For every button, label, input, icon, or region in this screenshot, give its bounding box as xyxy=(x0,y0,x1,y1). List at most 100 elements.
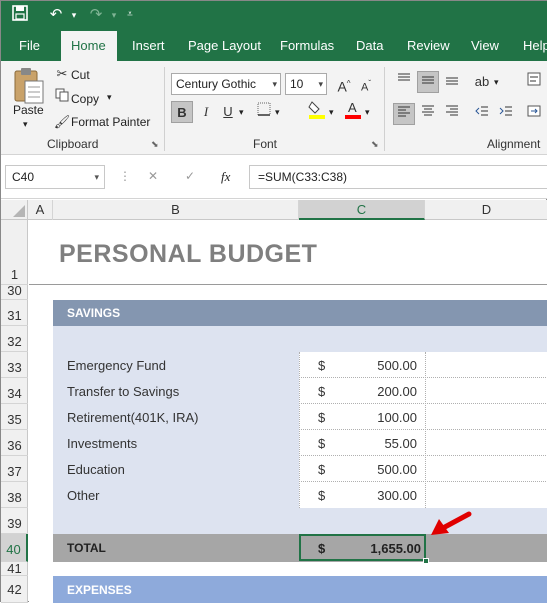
page-title[interactable]: PERSONAL BUDGET xyxy=(59,240,317,269)
font-color-dropdown-icon[interactable]: ▾ xyxy=(365,107,370,118)
tab-review[interactable]: Review xyxy=(397,31,460,61)
column-header-a[interactable]: A xyxy=(28,200,53,220)
item-label[interactable]: Education xyxy=(67,462,125,477)
fill-color-dropdown-icon[interactable]: ▾ xyxy=(329,107,334,118)
borders-dropdown-icon[interactable]: ▾ xyxy=(275,107,280,118)
total-label[interactable]: TOTAL xyxy=(67,541,106,555)
column-header-b[interactable]: B xyxy=(53,200,299,220)
row-header[interactable]: 36 xyxy=(1,430,28,456)
row-header[interactable]: 1 xyxy=(1,220,28,285)
merge-center-icon[interactable] xyxy=(523,103,545,125)
row-header[interactable]: 39 xyxy=(1,508,28,534)
tab-page-layout[interactable]: Page Layout xyxy=(178,31,271,61)
customize-icon[interactable]: ⩡ xyxy=(119,5,141,25)
tab-formulas[interactable]: Formulas xyxy=(270,31,344,61)
font-color-icon[interactable]: A xyxy=(342,99,364,121)
row-header[interactable]: 30 xyxy=(1,284,28,300)
paste-icon[interactable] xyxy=(11,67,47,107)
underline-dropdown-icon[interactable]: ▾ xyxy=(239,107,244,118)
column-header-c[interactable]: C xyxy=(299,200,425,220)
item-amount[interactable]: 100.00 xyxy=(353,410,417,425)
cancel-icon[interactable]: ✕ xyxy=(148,169,158,183)
font-name-value: Century Gothic xyxy=(176,77,257,91)
selected-cell-c40[interactable]: $ 1,655.00 xyxy=(299,534,426,561)
cut-icon[interactable]: ✂ xyxy=(51,63,73,85)
format-painter-icon[interactable]: 🖌 xyxy=(51,111,73,133)
row-header[interactable]: 38 xyxy=(1,482,28,508)
font-launcher-icon[interactable]: ⬊ xyxy=(371,139,379,150)
item-currency: $ xyxy=(318,358,326,373)
item-amount[interactable]: 300.00 xyxy=(353,488,417,503)
align-left-icon[interactable] xyxy=(393,103,415,125)
column-headers: A B C D xyxy=(1,200,547,220)
row-header[interactable]: 32 xyxy=(1,326,28,352)
expenses-header[interactable]: EXPENSES xyxy=(67,583,132,597)
row-header[interactable]: 33 xyxy=(1,352,28,378)
worksheet[interactable]: PERSONAL BUDGET SAVINGS Emergency Fund $… xyxy=(29,220,547,603)
shrink-font-button[interactable]: Aˇ xyxy=(355,73,377,95)
item-amount[interactable]: 200.00 xyxy=(353,384,417,399)
tab-data[interactable]: Data xyxy=(346,31,393,61)
tab-insert[interactable]: Insert xyxy=(122,31,175,61)
item-label[interactable]: Other xyxy=(67,488,100,503)
wrap-text-icon[interactable] xyxy=(523,71,545,93)
row-header[interactable]: 34 xyxy=(1,378,28,404)
tab-file[interactable]: File xyxy=(9,31,50,61)
format-painter-button[interactable]: Format Painter xyxy=(71,115,150,129)
copy-icon[interactable] xyxy=(51,87,73,109)
bold-button[interactable]: B xyxy=(171,101,193,123)
item-label[interactable]: Retirement(401K, IRA) xyxy=(67,410,199,425)
select-all-corner[interactable] xyxy=(1,200,28,220)
group-divider xyxy=(164,67,165,151)
item-label[interactable]: Emergency Fund xyxy=(67,358,166,373)
total-amount: 1,655.00 xyxy=(370,541,421,556)
row-header[interactable]: 31 xyxy=(1,300,28,326)
item-label[interactable]: Transfer to Savings xyxy=(67,384,179,399)
undo-dropdown-icon[interactable]: ▾ xyxy=(63,5,85,25)
name-box[interactable]: C40 ▾ xyxy=(5,165,105,189)
borders-icon[interactable] xyxy=(253,101,275,123)
item-amount[interactable]: 500.00 xyxy=(353,358,417,373)
align-bottom-icon[interactable] xyxy=(441,71,463,93)
save-icon[interactable] xyxy=(9,5,31,27)
align-middle-icon[interactable] xyxy=(417,71,439,93)
enter-icon[interactable]: ✓ xyxy=(185,169,195,183)
insert-function-icon[interactable]: fx xyxy=(221,169,230,185)
align-center-icon[interactable] xyxy=(417,103,439,125)
italic-button[interactable]: I xyxy=(195,101,217,123)
row-header[interactable]: 37 xyxy=(1,456,28,482)
formula-input[interactable]: =SUM(C33:C38) xyxy=(249,165,547,189)
paste-dropdown-icon[interactable]: ▾ xyxy=(23,119,28,130)
decrease-indent-icon[interactable] xyxy=(471,103,493,125)
tab-view[interactable]: View xyxy=(461,31,509,61)
column-header-d[interactable]: D xyxy=(425,200,547,220)
item-amount[interactable]: 55.00 xyxy=(353,436,417,451)
orientation-dropdown-icon[interactable]: ▾ xyxy=(494,77,499,88)
cut-button[interactable]: Cut xyxy=(71,68,90,82)
font-size-select[interactable]: 10 ▾ xyxy=(285,73,327,95)
clipboard-launcher-icon[interactable]: ⬊ xyxy=(151,139,159,150)
orientation-icon[interactable]: ab xyxy=(471,71,493,93)
table-row: Investments $ 55.00 xyxy=(53,430,547,456)
item-amount[interactable]: 500.00 xyxy=(353,462,417,477)
increase-indent-icon[interactable] xyxy=(495,103,517,125)
row-header[interactable]: 42 xyxy=(1,576,28,603)
align-top-icon[interactable] xyxy=(393,71,415,93)
copy-dropdown-icon[interactable]: ▾ xyxy=(107,92,112,103)
fill-handle[interactable] xyxy=(423,558,429,564)
paste-button[interactable]: Paste xyxy=(13,103,44,117)
savings-header-band: SAVINGS xyxy=(53,300,547,326)
underline-button[interactable]: U xyxy=(217,101,239,123)
savings-header[interactable]: SAVINGS xyxy=(67,306,120,320)
copy-button[interactable]: Copy xyxy=(71,92,99,106)
fill-color-icon[interactable] xyxy=(306,99,328,121)
item-label[interactable]: Investments xyxy=(67,436,137,451)
align-right-icon[interactable] xyxy=(441,103,463,125)
row-header[interactable]: 41 xyxy=(1,562,28,576)
font-name-select[interactable]: Century Gothic ▾ xyxy=(171,73,281,95)
grow-font-button[interactable]: A^ xyxy=(333,73,355,95)
tab-help[interactable]: Help xyxy=(513,31,547,61)
tab-home[interactable]: Home xyxy=(61,31,117,61)
row-header[interactable]: 35 xyxy=(1,404,28,430)
row-header-selected[interactable]: 40 xyxy=(1,534,28,562)
